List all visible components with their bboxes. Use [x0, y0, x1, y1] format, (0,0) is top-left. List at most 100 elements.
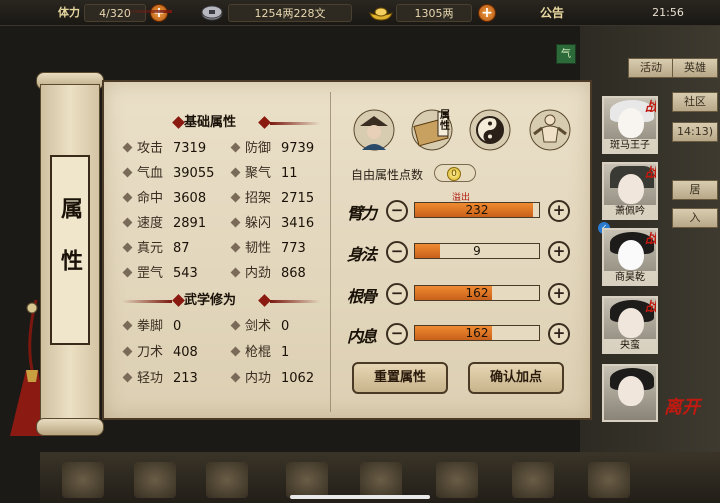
- battle-badge: 战: [644, 166, 658, 181]
- martial-sword: 剑术 0: [230, 318, 289, 336]
- portrait-face: [618, 376, 644, 406]
- breath-plus-button[interactable]: +: [548, 323, 570, 345]
- party-member-5[interactable]: [602, 364, 658, 422]
- notice-button[interactable]: 公告: [540, 4, 564, 22]
- home-indicator: [290, 495, 430, 499]
- basic-attributes-header: 基础属性: [184, 115, 237, 130]
- scroll-title-box: 属性: [50, 155, 90, 345]
- attr-true-essence: 真元 87: [122, 240, 190, 258]
- battle-badge: 战: [644, 300, 658, 315]
- header-ornament: [122, 300, 172, 303]
- reset-attributes-button[interactable]: 重置属性: [352, 362, 448, 394]
- constitution-minus-button[interactable]: −: [386, 283, 408, 305]
- constitution-value: 162: [465, 286, 489, 300]
- attr-parry: 招架 2715: [230, 190, 314, 208]
- battle-badge: 战: [644, 100, 658, 115]
- breath-minus-button[interactable]: −: [386, 323, 408, 345]
- party-member-3[interactable]: 商昊乾 战: [602, 228, 658, 286]
- attr-defense: 防御 9739: [230, 140, 314, 158]
- bottom-menu-item[interactable]: [206, 462, 248, 498]
- attr-hp: 气血 39055: [122, 165, 214, 183]
- bottom-menu-item[interactable]: [512, 462, 554, 498]
- bottom-menu-item[interactable]: [62, 462, 104, 498]
- party-member-name: 商昊乾: [604, 271, 656, 284]
- stamina-label: 体力: [58, 6, 80, 19]
- copper-coin-icon: [201, 5, 223, 21]
- scroll-rod-bottom: [36, 418, 104, 436]
- silver-ingot-icon: [369, 7, 393, 21]
- martial-header: 武学修为: [184, 293, 237, 308]
- battle-badge: 战: [644, 232, 658, 247]
- header-ornament: [270, 122, 320, 125]
- strength-value: 232: [465, 203, 489, 217]
- constitution-bar: 162: [414, 285, 540, 301]
- add-stamina-button[interactable]: +: [150, 4, 168, 22]
- clock: 21:56: [652, 6, 684, 19]
- bottom-menu-item[interactable]: [588, 462, 630, 498]
- hero-icon[interactable]: [352, 108, 396, 152]
- martial-inner: 内功 1062: [230, 370, 314, 388]
- breath-bar: 162: [414, 325, 540, 341]
- agility-minus-button[interactable]: −: [386, 241, 408, 263]
- martial-blade: 刀术 408: [122, 344, 198, 362]
- bottom-menu-item[interactable]: [134, 462, 176, 498]
- party-member-1[interactable]: 斑马王子 战: [602, 96, 658, 154]
- party-member-name: 央蛮: [604, 339, 656, 352]
- party-member-name: 萧佩吟: [604, 205, 656, 218]
- attr-dodge: 躲闪 3416: [230, 215, 314, 233]
- attr-inner-force: 内劲 868: [230, 265, 306, 283]
- bg-tab-activity[interactable]: 活动: [628, 58, 674, 78]
- top-status-bar: 体力 4/320 + 1254两228文 1305两 + 公告 21:56: [0, 0, 720, 26]
- attr-qi: 聚气 11: [230, 165, 298, 183]
- copper-value: 1254两228文: [228, 4, 352, 22]
- agility-plus-button[interactable]: +: [548, 241, 570, 263]
- portrait-face: [618, 108, 644, 138]
- agility-value: 9: [473, 244, 481, 258]
- party-member-name: 斑马王子: [604, 139, 656, 152]
- strength-minus-button[interactable]: −: [386, 200, 408, 222]
- constitution-plus-button[interactable]: +: [548, 283, 570, 305]
- qi-tag[interactable]: 气: [556, 44, 576, 64]
- party-member-2[interactable]: 萧佩吟 战: [602, 162, 658, 220]
- row-label-strength: 臂力: [347, 204, 377, 223]
- row-label-agility: 身法: [347, 245, 377, 264]
- bottom-menu-item[interactable]: [286, 462, 328, 498]
- free-points-label: 自由属性点数: [351, 168, 424, 182]
- attr-gang-qi: 罡气 543: [122, 265, 198, 283]
- strength-bar: 232: [414, 202, 540, 218]
- row-label-breath: 内息: [347, 327, 377, 346]
- bg-tab-residence[interactable]: 居: [672, 180, 718, 200]
- bg-tab-community[interactable]: 社区: [672, 92, 718, 112]
- leave-button[interactable]: 离开: [662, 388, 702, 428]
- row-label-constitution: 根骨: [347, 287, 377, 306]
- martial-fist: 拳脚 0: [122, 318, 181, 336]
- free-points-value: 0: [447, 167, 461, 181]
- breath-value: 162: [465, 326, 489, 340]
- free-points-display: 0: [434, 164, 476, 182]
- bg-tab-enter[interactable]: 入: [672, 208, 718, 228]
- attribute-tab-label: 属性: [440, 110, 450, 132]
- add-silver-button[interactable]: +: [478, 4, 496, 22]
- attr-speed: 速度 2891: [122, 215, 206, 233]
- attr-attack: 攻击 7319: [122, 140, 206, 158]
- bottom-menu-item[interactable]: [360, 462, 402, 498]
- portrait-face: [618, 240, 644, 270]
- attr-toughness: 韧性 773: [230, 240, 306, 258]
- attr-hit: 命中 3608: [122, 190, 206, 208]
- stamina-value: 4/320: [84, 4, 146, 22]
- bg-tab-heroes[interactable]: 英雄: [672, 58, 718, 78]
- silver-value: 1305两: [396, 4, 472, 22]
- martial-spear: 枪棍 1: [230, 344, 289, 362]
- header-ornament: [270, 300, 320, 303]
- martial-lightness: 轻功 213: [122, 370, 198, 388]
- portrait-face: [618, 308, 644, 338]
- portrait-face: [618, 174, 644, 204]
- agility-bar: 9: [414, 243, 540, 259]
- strength-plus-button[interactable]: +: [548, 200, 570, 222]
- confirm-points-button[interactable]: 确认加点: [468, 362, 564, 394]
- taiji-icon[interactable]: [468, 108, 512, 152]
- meridian-icon[interactable]: [528, 108, 572, 152]
- party-member-4[interactable]: 央蛮 战: [602, 296, 658, 354]
- scroll-title: 属性: [57, 197, 83, 301]
- bottom-menu-item[interactable]: [436, 462, 478, 498]
